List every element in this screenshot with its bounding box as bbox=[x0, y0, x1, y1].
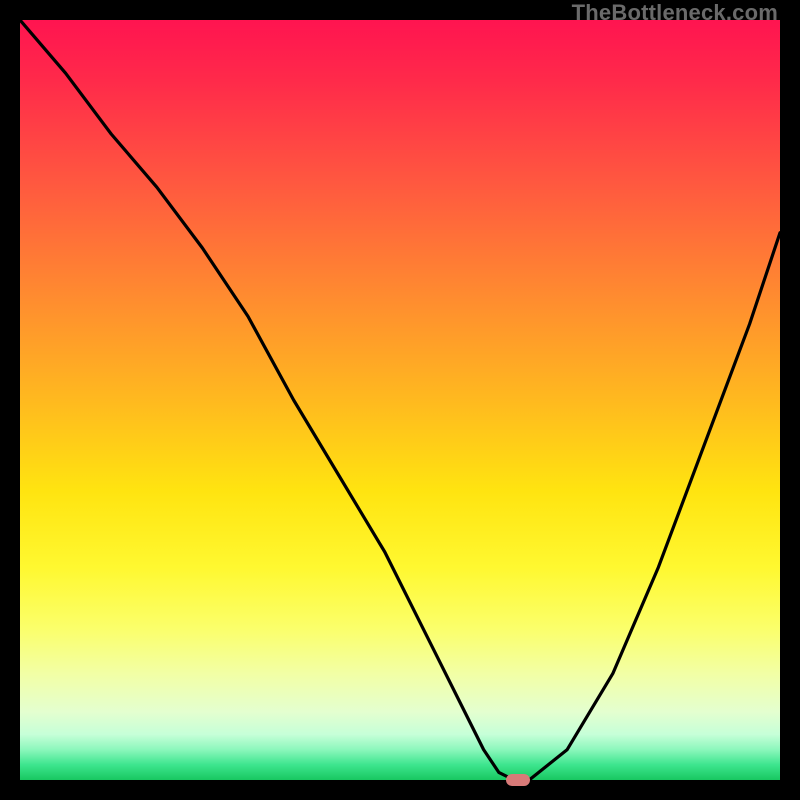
bottleneck-curve bbox=[20, 20, 780, 780]
optimal-point-marker bbox=[506, 774, 530, 786]
chart-frame: TheBottleneck.com bbox=[0, 0, 800, 800]
plot-area bbox=[20, 20, 780, 780]
